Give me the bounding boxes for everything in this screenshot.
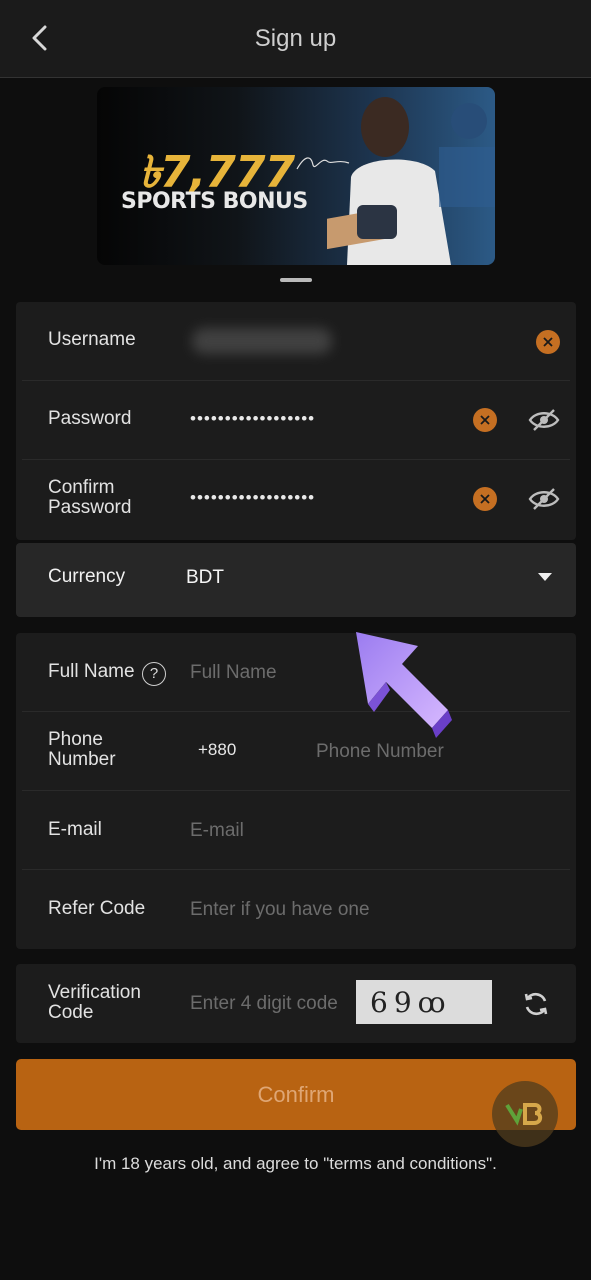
password-row[interactable]: Password ••••••••••••••••••: [16, 381, 576, 460]
email-input[interactable]: E-mail: [190, 820, 244, 842]
eye-off-icon[interactable]: [528, 408, 560, 432]
back-button[interactable]: [22, 20, 58, 56]
promo-banner[interactable]: ৳7,777 SPORTS BONUS: [97, 87, 495, 265]
phone-label: Phone Number: [48, 730, 116, 770]
phone-label-line1: Phone: [48, 729, 103, 750]
confirm-password-input[interactable]: ••••••••••••••••••: [190, 488, 315, 508]
confirm-password-label-line2: Password: [48, 497, 132, 518]
phone-row[interactable]: Phone Number +880 Phone Number: [16, 712, 576, 791]
username-row[interactable]: Username: [16, 302, 576, 381]
username-label: Username: [48, 329, 136, 350]
brand-logo-icon: [505, 1103, 543, 1126]
username-value[interactable]: [192, 328, 332, 354]
full-name-row[interactable]: Full Name ? Full Name: [16, 633, 576, 712]
pointer-arrow-icon: [356, 632, 452, 738]
verification-label: Verification Code: [48, 983, 141, 1023]
full-name-label: Full Name: [48, 661, 135, 682]
help-icon[interactable]: ?: [142, 662, 166, 686]
verification-label-line2: Code: [48, 1002, 94, 1023]
password-label: Password: [48, 408, 132, 429]
email-row[interactable]: E-mail E-mail: [16, 791, 576, 870]
close-icon: [480, 415, 490, 425]
refer-code-label: Refer Code: [48, 898, 146, 919]
top-bar: Sign up: [0, 0, 591, 78]
phone-label-line2: Number: [48, 749, 116, 770]
password-input[interactable]: ••••••••••••••••••: [190, 409, 315, 429]
chevron-left-icon: [32, 25, 47, 51]
refer-code-row[interactable]: Refer Code Enter if you have one: [16, 870, 576, 949]
verification-label-line1: Verification: [48, 982, 141, 1003]
drag-handle[interactable]: [280, 278, 312, 282]
confirm-password-row[interactable]: Confirm Password ••••••••••••••••••: [16, 460, 576, 539]
currency-value: BDT: [186, 567, 224, 588]
phone-input[interactable]: Phone Number: [316, 741, 444, 763]
captcha-image[interactable]: 69ꝏ: [356, 980, 492, 1024]
banner-label: SPORTS BONUS: [121, 189, 308, 214]
clear-confirm-password-icon[interactable]: [473, 487, 497, 511]
account-card: Username Password •••••••••••••••••• Con…: [16, 302, 576, 540]
eye-off-icon[interactable]: [528, 487, 560, 511]
floating-logo-button[interactable]: [492, 1081, 558, 1147]
caret-down-icon: [538, 573, 552, 581]
confirm-password-label: Confirm Password: [48, 478, 131, 518]
refer-code-input[interactable]: Enter if you have one: [190, 899, 370, 921]
phone-prefix[interactable]: +880: [198, 740, 236, 760]
email-label: E-mail: [48, 819, 102, 840]
verification-input[interactable]: Enter 4 digit code: [190, 993, 338, 1015]
close-icon: [480, 494, 490, 504]
profile-card: Full Name ? Full Name Phone Number +880 …: [16, 633, 576, 949]
clear-password-icon[interactable]: [473, 408, 497, 432]
currency-label: Currency: [48, 566, 126, 587]
confirm-password-label-line1: Confirm: [48, 477, 115, 498]
player-image: [327, 97, 495, 265]
refresh-icon[interactable]: [522, 990, 550, 1018]
terms-text[interactable]: I'm 18 years old, and agree to "terms an…: [0, 1154, 591, 1174]
full-name-input[interactable]: Full Name: [190, 662, 277, 684]
verification-card: Verification Code Enter 4 digit code 69ꝏ: [16, 964, 576, 1043]
currency-select[interactable]: Currency BDT: [16, 543, 576, 617]
page-title: Sign up: [254, 24, 337, 52]
clear-username-icon[interactable]: [536, 330, 560, 354]
close-icon: [543, 337, 553, 347]
